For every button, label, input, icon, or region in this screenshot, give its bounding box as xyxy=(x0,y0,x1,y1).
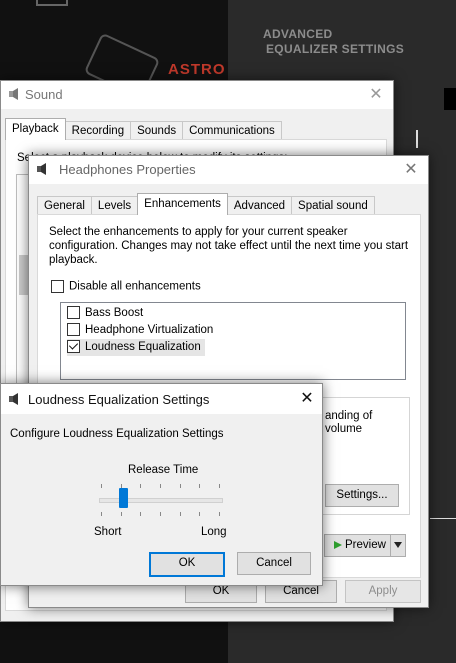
slider-max-label: Long xyxy=(201,526,227,538)
slider-tick xyxy=(160,512,161,516)
slider-tick xyxy=(219,512,220,516)
speaker-icon xyxy=(9,393,18,405)
loudness-ok-button[interactable]: OK xyxy=(149,552,225,577)
bass-boost-label: Bass Boost xyxy=(85,307,144,319)
configure-label: Configure Loudness Equalization Settings xyxy=(10,428,224,440)
tab-levels[interactable]: Levels xyxy=(90,196,139,215)
tab-advanced[interactable]: Advanced xyxy=(226,196,293,215)
slider-tick xyxy=(199,484,201,488)
device-illustration-top xyxy=(36,0,68,6)
loudness-titlebar: Loudness Equalization Settings ✕ xyxy=(1,384,322,414)
properties-text-line1: anding of xyxy=(325,410,373,422)
slider-tick xyxy=(199,512,201,516)
sound-titlebar: Sound ✕ xyxy=(1,81,393,109)
apply-button[interactable]: Apply xyxy=(345,580,421,603)
preview-button[interactable]: Preview xyxy=(324,534,392,557)
slider-tick xyxy=(120,484,122,488)
release-time-slider-thumb[interactable] xyxy=(118,488,128,508)
slider-tick xyxy=(219,484,220,488)
background-line xyxy=(430,518,456,519)
loudness-settings-dialog: Loudness Equalization Settings ✕ Configu… xyxy=(0,383,323,586)
enhancements-description: Select the enhancements to apply for you… xyxy=(49,226,409,266)
preview-label: Preview xyxy=(345,539,386,551)
speaker-icon xyxy=(9,88,18,100)
brand-logo-text: ASTRO xyxy=(168,61,226,78)
headphone-virtualization-label: Headphone Virtualization xyxy=(85,324,214,336)
tab-recording[interactable]: Recording xyxy=(64,121,132,140)
play-icon xyxy=(334,540,342,549)
eq-heading-line1: ADVANCED xyxy=(263,27,333,41)
eq-heading-line2: EQUALIZER SETTINGS xyxy=(266,42,405,56)
tab-communications[interactable]: Communications xyxy=(182,121,282,140)
enhancements-list[interactable]: Bass Boost Headphone Virtualization Loud… xyxy=(60,302,406,380)
slider-tick xyxy=(120,512,122,516)
close-icon[interactable]: ✕ xyxy=(400,159,422,181)
slider-tick xyxy=(140,484,142,488)
release-time-track[interactable] xyxy=(99,498,223,503)
background-marker xyxy=(444,88,456,110)
sound-title: Sound xyxy=(25,87,63,102)
tab-spatial-sound[interactable]: Spatial sound xyxy=(291,196,375,215)
speaker-icon xyxy=(37,163,46,175)
background-tick-1 xyxy=(416,130,418,148)
loudness-title: Loudness Equalization Settings xyxy=(28,392,210,407)
slider-tick xyxy=(101,512,102,516)
slider-tick xyxy=(179,512,181,516)
properties-titlebar: Headphones Properties ✕ xyxy=(29,156,428,184)
bass-boost-checkbox[interactable] xyxy=(67,306,80,320)
tab-playback[interactable]: Playback xyxy=(5,118,66,140)
list-item[interactable]: Bass Boost xyxy=(67,305,143,322)
chevron-down-icon xyxy=(394,542,402,548)
slider-tick xyxy=(160,484,161,488)
loudness-cancel-button[interactable]: Cancel xyxy=(237,552,311,575)
properties-text-line2: volume xyxy=(325,423,363,435)
list-item[interactable]: Headphone Virtualization xyxy=(67,322,213,339)
disable-all-checkbox-box[interactable] xyxy=(51,280,64,293)
close-icon[interactable]: ✕ xyxy=(296,388,318,410)
headphone-virtualization-checkbox[interactable] xyxy=(67,323,80,337)
slider-min-label: Short xyxy=(94,526,122,538)
release-time-label: Release Time xyxy=(128,464,199,476)
tab-general[interactable]: General xyxy=(37,196,92,215)
tab-sounds[interactable]: Sounds xyxy=(130,121,184,140)
slider-tick xyxy=(101,484,102,488)
slider-tick xyxy=(179,484,181,488)
disable-all-checkbox[interactable]: Disable all enhancements xyxy=(51,280,201,293)
loudness-equalization-checkbox[interactable] xyxy=(67,340,80,354)
list-item[interactable]: Loudness Equalization xyxy=(67,339,205,356)
preview-dropdown[interactable] xyxy=(390,534,406,557)
settings-button[interactable]: Settings... xyxy=(325,484,399,507)
slider-tick xyxy=(140,512,142,516)
properties-title: Headphones Properties xyxy=(59,162,196,177)
tab-enhancements[interactable]: Enhancements xyxy=(137,193,228,215)
disable-all-label: Disable all enhancements xyxy=(69,280,201,293)
close-icon[interactable]: ✕ xyxy=(365,84,387,106)
loudness-equalization-label: Loudness Equalization xyxy=(85,341,201,353)
